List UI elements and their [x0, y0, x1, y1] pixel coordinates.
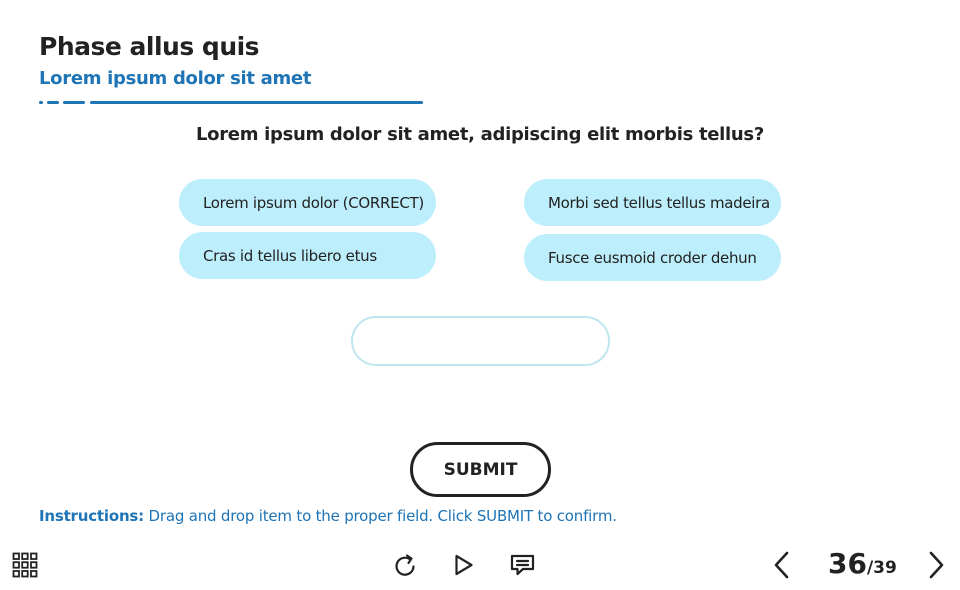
play-icon[interactable]	[452, 553, 476, 577]
drag-option[interactable]: Cras id tellus libero etus	[179, 232, 436, 279]
drag-option-label: Fusce eusmoid croder dehun	[548, 248, 757, 267]
captions-icon[interactable]	[510, 553, 535, 577]
grid-menu-icon[interactable]	[12, 552, 38, 578]
instructions: Instructions: Drag and drop item to the …	[39, 507, 617, 525]
drag-option-label: Lorem ipsum dolor (CORRECT)	[203, 193, 424, 212]
current-page: 36	[828, 547, 867, 580]
question-text: Lorem ipsum dolor sit amet, adipiscing e…	[195, 124, 764, 145]
submit-button[interactable]: SUBMIT	[410, 442, 551, 497]
drag-option-label: Morbi sed tellus tellus madeira	[548, 193, 770, 212]
drag-option[interactable]: Lorem ipsum dolor (CORRECT)	[179, 179, 436, 226]
replay-icon[interactable]	[394, 553, 418, 579]
drag-option-label: Cras id tellus libero etus	[203, 246, 377, 265]
page-subtitle: Lorem ipsum dolor sit amet	[39, 68, 312, 89]
page-counter: 36/39	[828, 547, 897, 580]
drag-option[interactable]: Morbi sed tellus tellus madeira	[524, 179, 781, 226]
instructions-text: Drag and drop item to the proper field. …	[148, 507, 617, 525]
total-pages: /39	[866, 558, 897, 578]
instructions-prefix: Instructions:	[39, 507, 144, 525]
chevron-right-icon[interactable]	[926, 550, 946, 580]
page-title: Phase allus quis	[39, 32, 260, 61]
chevron-left-icon[interactable]	[772, 550, 792, 580]
drop-target-field[interactable]	[351, 316, 610, 366]
drag-option[interactable]: Fusce eusmoid croder dehun	[524, 234, 781, 281]
